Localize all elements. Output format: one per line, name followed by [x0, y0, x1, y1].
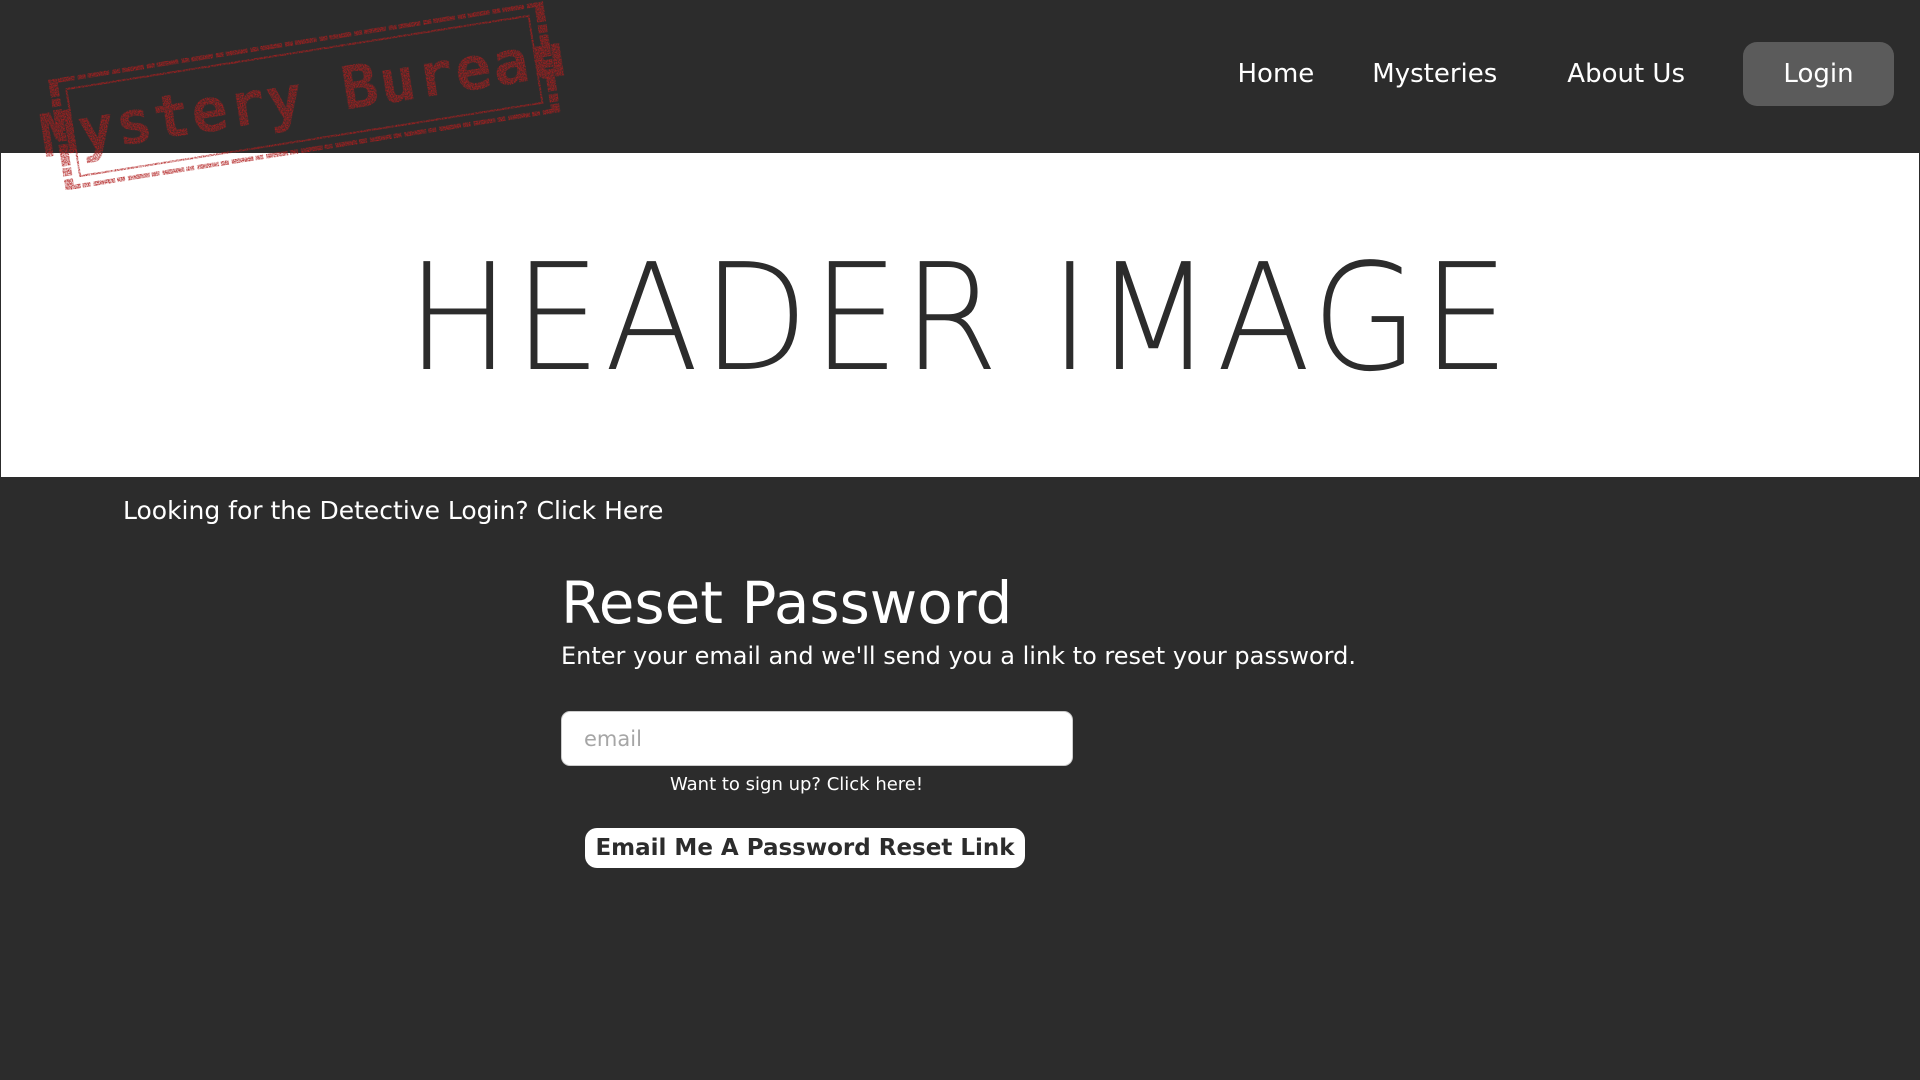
stamp-logo-graphic: Mystery Bureau	[35, 0, 573, 195]
reset-password-section: Reset Password Enter your email and we'l…	[561, 568, 1361, 868]
nav-about-us-link[interactable]: About Us	[1567, 59, 1685, 89]
nav-mysteries-link[interactable]: Mysteries	[1372, 59, 1497, 89]
header-image-label: HEADER IMAGE	[406, 232, 1514, 404]
email-reset-link-button[interactable]: Email Me A Password Reset Link	[585, 828, 1025, 868]
reset-password-title: Reset Password	[561, 569, 1013, 637]
top-navbar: Mystery Bureau Home Mysteries About Us L…	[0, 0, 1920, 195]
nav-home-link[interactable]: Home	[1237, 59, 1314, 89]
signup-link[interactable]: Want to sign up? Click here!	[670, 774, 923, 795]
mystery-bureau-logo[interactable]: Mystery Bureau	[35, 0, 573, 195]
page: Mystery Bureau Home Mysteries About Us L…	[0, 0, 1920, 1080]
header-image: HEADER IMAGE	[0, 152, 1920, 478]
detective-login-link[interactable]: Looking for the Detective Login? Click H…	[123, 496, 663, 525]
email-input[interactable]	[561, 711, 1073, 766]
nav-links: Home Mysteries About Us Login	[1237, 42, 1894, 106]
reset-password-description: Enter your email and we'll send you a li…	[561, 642, 1356, 670]
login-button[interactable]: Login	[1743, 42, 1894, 106]
